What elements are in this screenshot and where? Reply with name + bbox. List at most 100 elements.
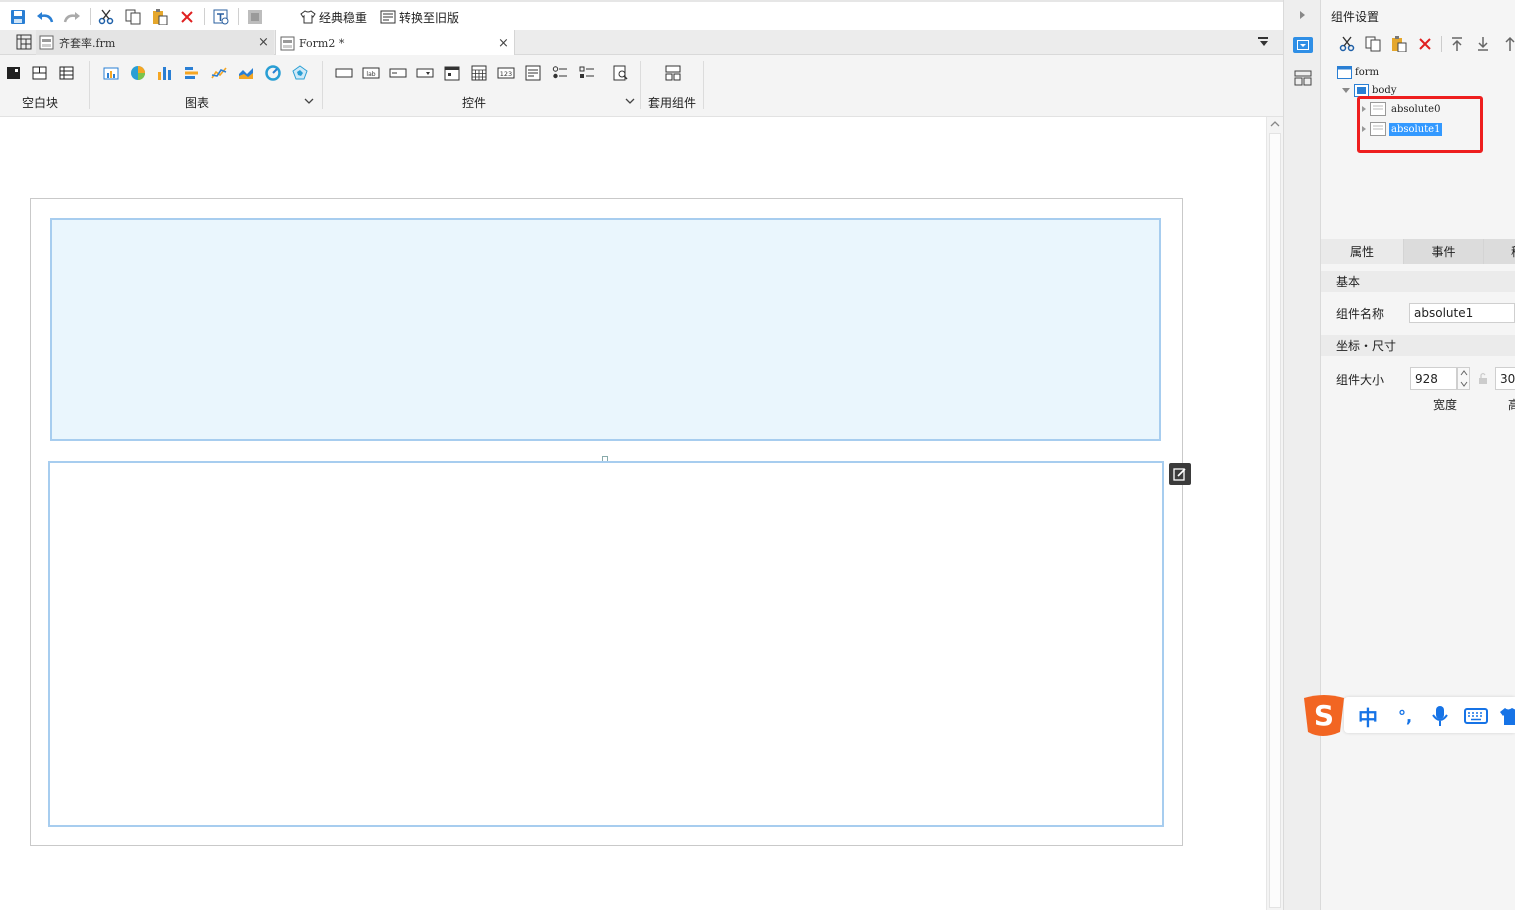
move-up-icon[interactable]	[1501, 35, 1515, 53]
ime-keyboard-button[interactable]	[1463, 704, 1489, 728]
horizontal-bar-chart-icon[interactable]	[183, 65, 201, 81]
tab-file-1[interactable]: 齐套率.frm ×	[36, 30, 274, 55]
component-name-value: absolute1	[1414, 306, 1474, 320]
section-coords-size[interactable]: 坐标・尺寸	[1321, 335, 1515, 356]
section-coords-size-label: 坐标・尺寸	[1336, 339, 1397, 353]
lock-ratio-icon[interactable]	[1478, 372, 1488, 385]
search-widget-icon[interactable]	[612, 65, 630, 81]
gauge-chart-icon[interactable]	[264, 65, 282, 81]
redo-icon[interactable]	[62, 7, 82, 27]
sogou-logo-icon[interactable]: S	[1300, 692, 1348, 738]
edit-component-button[interactable]	[1169, 463, 1191, 485]
text-input-widget-icon[interactable]	[389, 65, 407, 81]
label-widget-icon[interactable]	[335, 65, 353, 81]
checkbox-group-widget-icon[interactable]	[578, 65, 596, 81]
tab-list-dropdown-icon[interactable]	[1257, 36, 1271, 48]
panel-paste-icon[interactable]	[1390, 35, 1408, 53]
area-chart-icon[interactable]	[237, 65, 255, 81]
ime-skin-button[interactable]	[1500, 704, 1515, 728]
tab-file-2-close-icon[interactable]: ×	[498, 36, 509, 51]
template-icon[interactable]	[211, 7, 231, 27]
height-input[interactable]: 304	[1495, 367, 1515, 390]
grid-view-icon[interactable]	[16, 34, 32, 50]
section-basic[interactable]: 基本	[1321, 271, 1515, 292]
tree-expanded-caret-icon[interactable]	[1341, 86, 1351, 94]
tab-events[interactable]: 事件	[1404, 239, 1484, 264]
date-widget-icon[interactable]	[443, 65, 461, 81]
component-settings-toggle[interactable]	[1293, 37, 1313, 53]
panel-title: 组件设置	[1331, 10, 1380, 24]
split-block-icon[interactable]	[31, 65, 49, 81]
absolute1-container[interactable]	[48, 461, 1164, 827]
convert-old-version-button[interactable]: 转换至旧版	[380, 8, 459, 26]
form-node-icon	[1337, 65, 1352, 79]
absolute0-container[interactable]	[50, 218, 1161, 441]
blank-block-icon[interactable]	[5, 65, 23, 81]
component-name-input[interactable]: absolute1	[1409, 303, 1515, 323]
tab-file-2-label: Form2 *	[299, 36, 345, 50]
bar-chart-icon[interactable]	[156, 65, 174, 81]
ime-punctuation-label: °,	[1397, 706, 1413, 726]
dropdown-widget-icon[interactable]	[416, 65, 434, 81]
svg-text:S: S	[1314, 699, 1334, 732]
panel-copy-icon[interactable]	[1364, 35, 1382, 53]
paste-icon[interactable]	[150, 7, 170, 27]
keyboard-icon	[1464, 708, 1488, 724]
scroll-up-icon[interactable]	[1270, 120, 1280, 128]
tree-node-form-label: form	[1355, 66, 1379, 78]
radar-chart-icon[interactable]	[291, 65, 309, 81]
move-top-icon[interactable]	[1448, 35, 1466, 53]
tab-properties[interactable]: 属性	[1321, 239, 1404, 264]
ime-punctuation-button[interactable]: °,	[1393, 704, 1417, 728]
tab-events-label: 事件	[1431, 245, 1456, 259]
tab-mobile[interactable]: 移	[1484, 239, 1515, 264]
layout-panel-toggle[interactable]	[1294, 70, 1312, 86]
save-icon[interactable]	[8, 7, 28, 27]
design-canvas[interactable]	[0, 117, 1266, 910]
widget-group-expand-icon[interactable]	[625, 97, 635, 105]
tab-mobile-label: 移	[1511, 243, 1515, 260]
disabled-tool-icon	[245, 7, 265, 27]
group-apply-component-label: 套用组件	[648, 96, 697, 110]
convert-icon	[380, 10, 396, 24]
group-blank-block-label: 空白块	[22, 96, 59, 110]
tab-file-2[interactable]: Form2 * ×	[275, 30, 515, 56]
copy-icon[interactable]	[123, 7, 143, 27]
classic-theme-button[interactable]: 经典稳重	[300, 8, 367, 26]
radio-group-widget-icon[interactable]	[551, 65, 569, 81]
number-widget-icon[interactable]: 123	[497, 65, 515, 81]
grid-block-icon[interactable]	[58, 65, 76, 81]
scrollbar-thumb[interactable]	[1269, 133, 1281, 908]
ime-chinese-mode-button[interactable]: 中	[1356, 704, 1380, 730]
number-123-text: 123	[500, 70, 512, 78]
tree-node-form[interactable]: form	[1337, 64, 1379, 80]
stepper-up-icon[interactable]	[1460, 370, 1468, 376]
text-label-widget-icon[interactable]: lab	[362, 65, 380, 81]
delete-icon[interactable]	[177, 7, 197, 27]
move-down-icon[interactable]	[1474, 35, 1492, 53]
textarea-widget-icon[interactable]	[524, 65, 542, 81]
pie-chart-icon[interactable]	[129, 65, 147, 81]
ime-voice-button[interactable]	[1428, 704, 1452, 728]
line-chart-icon[interactable]	[210, 65, 228, 81]
height-value: 304	[1500, 371, 1515, 386]
shirt-icon	[300, 10, 316, 24]
apply-component-icon[interactable]	[664, 65, 682, 81]
chart-group-expand-icon[interactable]	[304, 97, 314, 105]
stepper-down-icon[interactable]	[1460, 381, 1468, 387]
canvas-vertical-scrollbar[interactable]	[1266, 117, 1283, 910]
component-size-label: 组件大小	[1336, 373, 1385, 387]
calendar-widget-icon[interactable]	[470, 65, 488, 81]
collapse-panel-icon[interactable]	[1299, 10, 1307, 20]
lab-text: lab	[366, 71, 375, 78]
width-caption: 宽度	[1433, 398, 1458, 412]
panel-delete-icon[interactable]	[1416, 35, 1434, 53]
ime-toolbar: S 中 °,	[1300, 692, 1515, 738]
undo-icon[interactable]	[35, 7, 55, 27]
cut-icon[interactable]	[96, 7, 116, 27]
column-chart-icon[interactable]	[102, 65, 120, 81]
panel-cut-icon[interactable]	[1338, 35, 1356, 53]
width-input[interactable]: 928	[1410, 367, 1457, 390]
tab-file-1-close-icon[interactable]: ×	[258, 35, 269, 50]
width-stepper[interactable]	[1457, 367, 1470, 390]
